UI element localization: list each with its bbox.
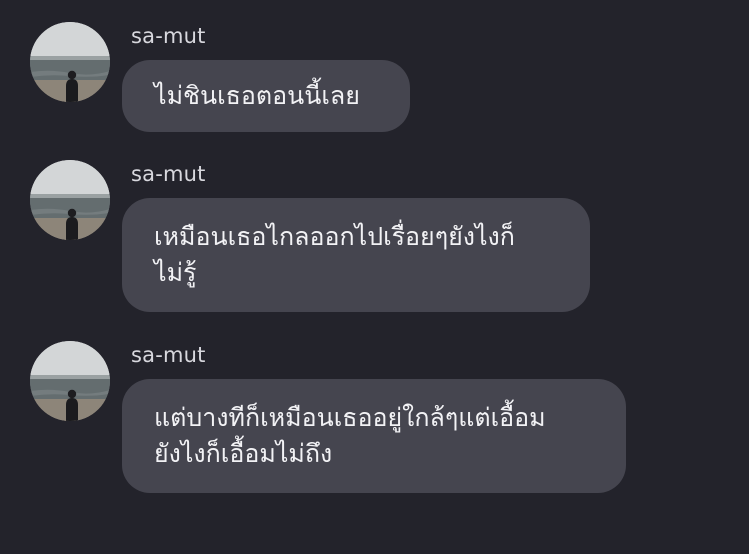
message-text: ไม่รู้ [154,258,197,287]
profile-photo-person-at-sea-icon [30,160,110,240]
message-text: ไม่ชินเธอตอนนี้เลย [154,81,360,110]
message-bubble[interactable]: แต่บางทีก็เหมือนเธออยู่ใกล้ๆแต่เอื้อม ยั… [122,379,626,493]
sender-name: sa-mut [131,24,206,48]
message-text: เหมือนเธอไกลออกไปเรื่อยๆยังไงก็ [154,222,515,251]
message-text: แต่บางทีก็เหมือนเธออยู่ใกล้ๆแต่เอื้อม [154,403,546,432]
sender-name: sa-mut [131,343,206,367]
sender-avatar[interactable] [30,160,110,240]
sender-name: sa-mut [131,162,206,186]
profile-photo-person-at-sea-icon [30,22,110,102]
profile-photo-person-at-sea-icon [30,341,110,421]
chat-thread: sa-mut ไม่ชินเธอตอนนี้เลย sa-mut เหมือนเ… [0,0,749,554]
sender-avatar[interactable] [30,341,110,421]
sender-avatar[interactable] [30,22,110,102]
message-text: ยังไงก็เอื้อมไม่ถึง [154,439,333,468]
message-bubble[interactable]: ไม่ชินเธอตอนนี้เลย [122,60,410,132]
message-bubble[interactable]: เหมือนเธอไกลออกไปเรื่อยๆยังไงก็ ไม่รู้ [122,198,590,312]
